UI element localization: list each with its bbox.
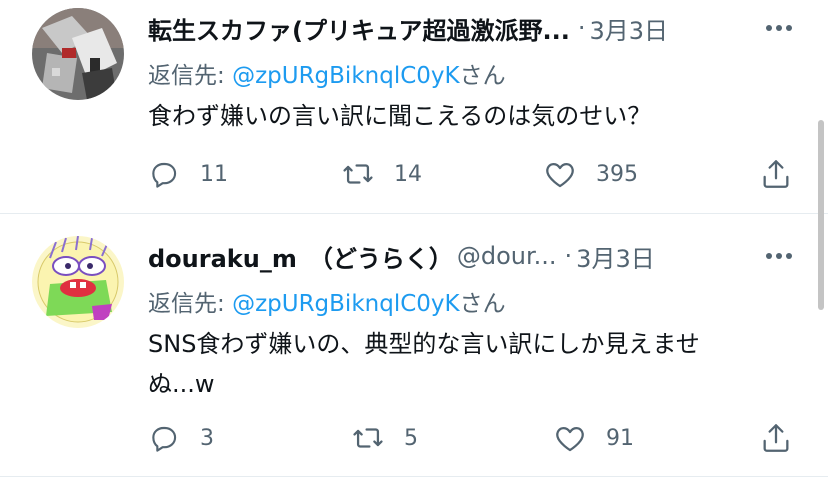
display-name[interactable]: douraku_m （どうらく） <box>148 239 453 274</box>
more-icon <box>766 25 792 31</box>
tweet-text: 食わず嫌いの言い訳に聞こえるのは気のせい？ <box>148 96 788 136</box>
mention-link[interactable]: @zpURgBiknqlC0yK <box>232 291 460 317</box>
gundam-avatar-icon <box>32 8 124 100</box>
display-name[interactable]: 転生スカファ(プリキュア超過激派野... <box>148 11 570 46</box>
reply-icon <box>146 420 182 456</box>
reply-context: 返信先: @zpURgBiknqlC0yKさん <box>148 284 506 318</box>
like-count: 91 <box>606 425 634 451</box>
scrollbar[interactable] <box>818 120 824 310</box>
tweet-text-line: 食わず嫌いの言い訳に聞こえるのは気のせい？ <box>148 102 652 130</box>
share-button[interactable] <box>758 154 794 194</box>
share-icon <box>758 156 794 192</box>
share-button[interactable] <box>758 418 794 458</box>
retweet-count: 5 <box>404 425 418 451</box>
cartoon-face-avatar-icon <box>32 236 124 328</box>
retweet-icon <box>340 156 376 192</box>
tweet-text-line: SNS食わず嫌いの、典型的な言い訳にしか見えませ <box>148 330 700 358</box>
user-handle[interactable]: @dour... <box>457 242 557 270</box>
like-count: 395 <box>596 161 638 187</box>
tweet-text: SNS食わず嫌いの、典型的な言い訳にしか見えませ ぬ...w <box>148 324 788 404</box>
more-icon <box>766 253 792 259</box>
reply-icon <box>146 156 182 192</box>
like-button[interactable]: 91 <box>552 418 634 458</box>
retweet-count: 14 <box>394 161 422 187</box>
like-icon <box>552 420 588 456</box>
like-button[interactable]: 395 <box>542 154 638 194</box>
reply-button[interactable]: 11 <box>146 154 228 194</box>
retweet-button[interactable]: 14 <box>340 154 422 194</box>
mention-link[interactable]: @zpURgBiknqlC0yK <box>232 63 460 89</box>
reply-suffix: さん <box>459 63 506 89</box>
tweet-date[interactable]: 3月3日 <box>589 11 668 46</box>
separator-dot: · <box>577 14 586 42</box>
tweet-1[interactable]: 転生スカファ(プリキュア超過激派野... · 3月3日 返信先: @zpURgB… <box>0 0 828 213</box>
share-icon <box>758 420 794 456</box>
reply-prefix: 返信先: <box>148 63 233 89</box>
retweet-icon <box>350 420 386 456</box>
avatar[interactable] <box>32 236 124 328</box>
retweet-button[interactable]: 5 <box>350 418 418 458</box>
tweet-text-line: ぬ...w <box>148 370 215 398</box>
reply-button[interactable]: 3 <box>146 418 214 458</box>
reply-count: 11 <box>200 161 228 187</box>
separator-dot: · <box>564 242 573 270</box>
reply-suffix: さん <box>459 291 506 317</box>
tweet-date[interactable]: 3月3日 <box>576 239 655 274</box>
reply-prefix: 返信先: <box>148 291 233 317</box>
reply-context: 返信先: @zpURgBiknqlC0yKさん <box>148 56 506 90</box>
more-button[interactable] <box>762 239 796 273</box>
avatar[interactable] <box>32 8 124 100</box>
reply-count: 3 <box>200 425 214 451</box>
like-icon <box>542 156 578 192</box>
more-button[interactable] <box>762 11 796 45</box>
tweet-divider <box>0 476 828 477</box>
tweet-2[interactable]: douraku_m （どうらく） @dour... · 3月3日 返信先: @z… <box>0 214 828 476</box>
